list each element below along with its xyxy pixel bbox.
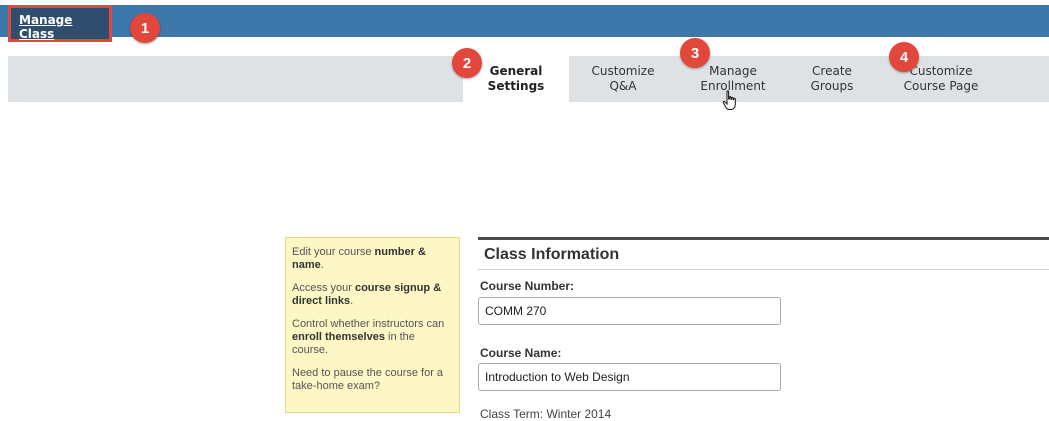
course-number-label: Course Number:: [480, 279, 575, 293]
manage-class-label[interactable]: Manage Class: [19, 13, 109, 41]
section-top-rule: [478, 237, 1049, 240]
class-term-text: Class Term: Winter 2014: [480, 407, 612, 421]
tab-create-groups[interactable]: Create Groups: [793, 56, 871, 102]
callout-badge-1: 1: [130, 13, 160, 43]
manage-class-tab[interactable]: Manage Class: [8, 5, 112, 42]
tab-customize-qa[interactable]: Customize Q&A: [573, 56, 673, 102]
help-sidebar: Edit your course number & name. Access y…: [285, 237, 460, 413]
hand-pointer-icon: [722, 90, 738, 117]
course-number-field[interactable]: [478, 297, 781, 325]
callout-badge-2: 2: [452, 48, 482, 78]
help-text-signup-links: Access your course signup & direct links…: [292, 282, 442, 307]
section-divider: [478, 269, 1049, 270]
help-text-enroll-instructors: Control whether instructors can enroll t…: [292, 318, 445, 356]
help-text-pause-course: Need to pause the course for a take-home…: [292, 367, 444, 392]
class-information-heading: Class Information: [484, 246, 620, 263]
callout-badge-4: 4: [889, 42, 919, 72]
course-name-field[interactable]: [478, 363, 781, 391]
help-text-course-number: Edit your course number & name.: [292, 246, 426, 271]
callout-badge-3: 3: [680, 38, 710, 68]
course-name-label: Course Name:: [480, 346, 562, 360]
